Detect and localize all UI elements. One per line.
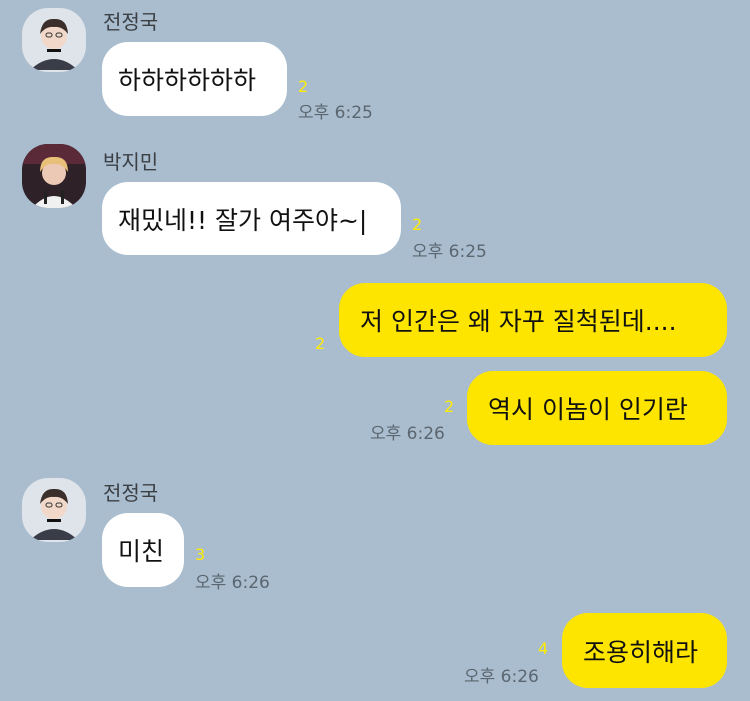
message-text: 재밌네!! 잘가 여주야~| [118,205,368,235]
unread-count: 2 [315,334,326,353]
message-text: 하하하하하하 [118,66,257,95]
unread-count: 2 [298,77,309,96]
message-time: 오후 6:26 [464,667,539,687]
sender-name: 박지민 [103,150,159,174]
message-text: 역시 이놈이 인기란 [488,395,688,424]
message-time: 오후 6:26 [195,573,270,593]
unread-count: 2 [444,397,455,416]
sender-name: 전정국 [103,481,159,505]
unread-count: 3 [195,545,206,564]
message-text: 조용히해라 [583,637,699,667]
avatar-jimin[interactable] [22,144,86,208]
avatar-jeongguk[interactable] [22,8,86,72]
message-time: 오후 6:25 [298,103,373,123]
message-bubble[interactable]: 미친 [102,513,184,587]
message-text: 저 인간은 왜 자꾸 질척된데.... [360,307,677,336]
message-time: 오후 6:26 [370,424,445,444]
message-bubble[interactable]: 저 인간은 왜 자꾸 질척된데.... [339,283,727,357]
unread-count: 4 [538,639,549,658]
sender-name: 전정국 [103,10,159,34]
avatar-jeongguk[interactable] [22,478,86,542]
message-bubble[interactable]: 재밌네!! 잘가 여주야~| [102,182,401,255]
message-bubble[interactable]: 하하하하하하 [102,42,287,116]
message-bubble[interactable]: 역시 이놈이 인기란 [467,371,727,445]
message-text: 미친 [118,537,165,566]
unread-count: 2 [412,215,423,234]
message-time: 오후 6:25 [412,242,487,262]
message-bubble[interactable]: 조용히해라 [562,613,727,688]
